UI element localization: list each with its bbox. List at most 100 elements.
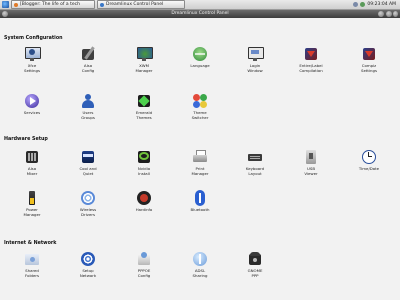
minimize-icon[interactable] [378,11,384,17]
xfce-settings-icon [24,46,41,62]
item-alsa-config[interactable]: Alsa Config [73,46,103,73]
item-label: Time/Date [358,166,380,171]
clock-icon [361,149,377,165]
item-emerald-themes[interactable]: Emerald Themes [129,93,159,120]
wireless-icon [80,190,96,206]
control-panel-icon [100,2,104,7]
item-users-groups[interactable]: Users Groups [73,93,103,120]
item-login-window[interactable]: Login Window [240,46,270,73]
item-entire-compilation[interactable]: Entire/Label Compilation [296,46,326,73]
shared-folders-icon [24,251,40,267]
login-window-icon [247,46,264,62]
item-hardinfo[interactable]: Hardinfo [129,190,159,213]
item-label: Bluetooth [190,207,210,212]
clock[interactable]: 09:23:04 AM [367,2,396,7]
item-compiz-settings[interactable]: Compiz Settings [354,46,384,73]
item-label: ADSL Sharing [192,268,208,278]
battery-icon [24,190,40,206]
item-keyboard-layout[interactable]: Keyboard Layout [240,149,270,176]
item-nvidia-install[interactable]: Nvidia Install [129,149,159,176]
taskbar-window-blogger[interactable]: [Blogger: The life of a tech [11,0,95,9]
item-label: Shared Folders [24,268,40,278]
emerald-themes-icon [136,93,152,109]
users-icon [80,93,96,109]
window-title: Dreamlinux Control Panel [171,11,229,16]
usb-icon [303,149,319,165]
item-label: Nvidia Install [137,166,151,176]
item-gnome-ppp[interactable]: GNOME PPP [240,251,270,278]
section-title-hardware: Hardware Setup [4,137,48,142]
item-xwm-manager[interactable]: XWM Manager [129,46,159,73]
item-label: Entire/Label Compilation [299,63,323,73]
item-label: Alsa Mixer [26,166,38,176]
network-icon [80,251,96,267]
item-label: Language [190,63,210,68]
item-theme-switcher[interactable]: Theme Switcher [185,93,215,120]
pppoe-icon [136,251,152,267]
section-title-system: System Configuration [4,36,63,41]
item-bluetooth[interactable]: Bluetooth [185,190,215,213]
theme-switcher-icon [192,93,208,109]
item-label: GNOME PPP [247,268,263,278]
item-time-date[interactable]: Time/Date [354,149,384,172]
item-cool-and-quiet[interactable]: Cool and Quiet [73,149,103,176]
printer-icon [192,149,208,165]
item-services[interactable]: Services [17,93,47,116]
taskbar-window-control-panel[interactable]: Dreamlinux Control Panel [97,0,185,9]
taskbar: [Blogger: The life of a tech Dreamlinux … [0,0,400,10]
item-language[interactable]: Language [185,46,215,69]
tray-icon[interactable] [353,2,359,7]
item-power-manager[interactable]: Power Manager [17,190,47,217]
nvidia-icon [136,149,152,165]
bluetooth-icon [192,190,208,206]
item-label: Alsa Config [81,63,95,73]
item-label: Xfce Settings [24,63,40,73]
window-menu-icon[interactable] [2,11,8,17]
menu-icon[interactable] [2,1,9,8]
network-tray-icon[interactable] [360,2,366,7]
item-label: Hardinfo [135,207,153,212]
item-wireless-drivers[interactable]: Wireless Drivers [73,190,103,217]
item-usb-viewer[interactable]: USB Viewer [296,149,326,176]
item-label: PPPOE Config [137,268,151,278]
item-xfce-settings[interactable]: Xfce Settings [17,46,47,73]
language-icon [192,46,208,62]
item-label: Cool and Quiet [79,166,97,176]
item-label: Emerald Themes [135,110,153,120]
services-icon [24,93,40,109]
cool-and-quiet-icon [80,149,96,165]
window-titlebar[interactable]: Dreamlinux Control Panel [0,10,400,18]
taskbar-window-label: Dreamlinux Control Panel [106,2,164,7]
alsa-config-icon [80,46,96,62]
item-label: Power Manager [23,207,41,217]
keyboard-icon [247,149,263,165]
item-print-manager[interactable]: Print Manager [185,149,215,176]
item-setup-network[interactable]: Setup Network [73,251,103,278]
close-icon[interactable] [393,11,398,17]
item-label: Users Groups [81,110,95,120]
maximize-icon[interactable] [386,11,392,17]
item-label: Setup Network [79,268,97,278]
xwm-manager-icon [136,46,153,62]
item-label: Theme Switcher [191,110,209,120]
item-label: Services [23,110,41,115]
mixer-icon [24,149,40,165]
item-shared-folders[interactable]: Shared Folders [17,251,47,278]
compilation-icon [303,46,319,62]
item-pppoe-config[interactable]: PPPOE Config [129,251,159,278]
hardinfo-icon [136,190,152,206]
telephone-icon [247,251,263,267]
adsl-sharing-icon [192,251,208,267]
item-adsl-sharing[interactable]: ADSL Sharing [185,251,215,278]
item-label: Wireless Drivers [79,207,97,217]
item-label: Keyboard Layout [245,166,265,176]
item-alsa-mixer[interactable]: Alsa Mixer [17,149,47,176]
item-label: Print Manager [191,166,209,176]
browser-icon [14,2,18,7]
item-label: USB Viewer [304,166,318,176]
compiz-settings-icon [361,46,377,62]
item-label: Login Window [247,63,263,73]
taskbar-window-label: [Blogger: The life of a tech [20,2,80,7]
control-panel-content: System Configuration Xfce Settings Alsa … [0,18,400,300]
item-label: Compiz Settings [361,63,377,73]
